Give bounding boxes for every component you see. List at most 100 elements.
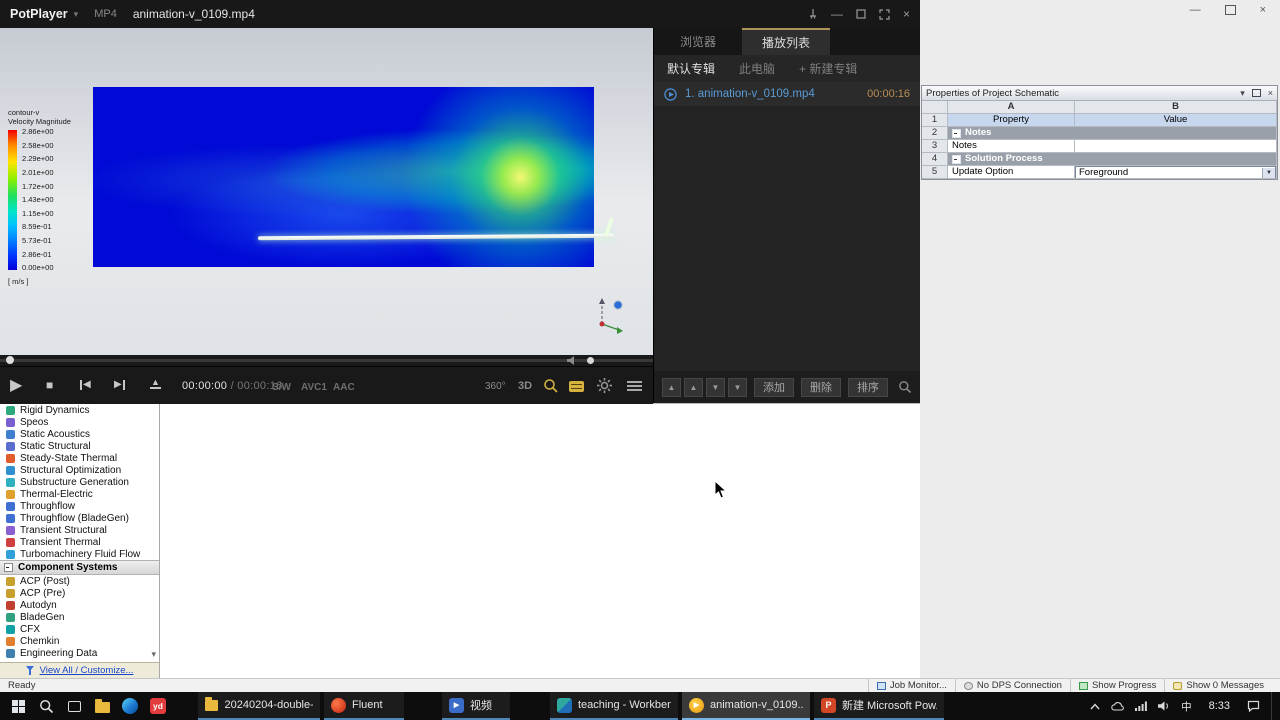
sort-button[interactable]: 排序 — [848, 377, 888, 397]
taskbar-search-button[interactable] — [32, 692, 60, 720]
props-band-solution-process[interactable]: Solution Process — [948, 153, 1277, 166]
potplayer-title-bar[interactable]: PotPlayer ▾ MP4 animation-v_0109.mp4 — × — [0, 0, 920, 28]
collapse-icon[interactable] — [4, 563, 13, 572]
toolbox-item-chemkin[interactable]: Chemkin — [0, 635, 159, 647]
toolbox-item-static-structural[interactable]: Static Structural — [0, 440, 159, 452]
volume-track[interactable] — [586, 360, 646, 362]
toolbox-item-bladegen[interactable]: BladeGen — [0, 611, 159, 623]
toolbox-item-throughflow-bladegen[interactable]: Throughflow (BladeGen) — [0, 512, 159, 524]
toolbox-item-speos[interactable]: Speos — [0, 416, 159, 428]
toolbox-item-steady-state-thermal[interactable]: Steady-State Thermal — [0, 452, 159, 464]
wb-restore-icon[interactable] — [1224, 5, 1236, 15]
scroll-down-icon[interactable]: ▾ — [151, 649, 156, 660]
ime-indicator[interactable]: 中 — [1181, 699, 1192, 714]
video-3d-button[interactable]: 3D — [518, 380, 532, 392]
move-up-button[interactable]: ▲ — [684, 377, 703, 397]
seek-knob[interactable] — [6, 356, 14, 364]
project-schematic-canvas[interactable] — [160, 403, 920, 679]
album-default[interactable]: 默认专辑 — [667, 60, 715, 77]
fullscreen-icon[interactable] — [879, 8, 890, 20]
volume-knob[interactable] — [587, 357, 594, 364]
start-button[interactable] — [4, 692, 32, 720]
minimize-icon[interactable]: — — [831, 8, 843, 20]
show-messages-button[interactable]: Show 0 Messages — [1164, 678, 1272, 693]
volume-icon[interactable] — [566, 355, 579, 366]
toolbox-item-substructure-generation[interactable]: Substructure Generation — [0, 476, 159, 488]
playlist-toggle-icon[interactable] — [569, 381, 584, 392]
taskbar-window-video[interactable]: ▶ 视频 — [442, 692, 510, 720]
menu-icon[interactable] — [627, 381, 642, 393]
taskbar-window-powerpoint[interactable]: P 新建 Microsoft Pow... — [814, 692, 944, 720]
delete-button[interactable]: 删除 — [801, 377, 841, 397]
panel-menu-icon[interactable]: ▾ — [1240, 88, 1245, 98]
move-down-button[interactable]: ▼ — [706, 377, 725, 397]
cloud-icon[interactable] — [1111, 701, 1124, 711]
taskbar-window-potplayer[interactable]: ▶ animation-v_0109... — [682, 692, 810, 720]
toolbox-item-static-acoustics[interactable]: Static Acoustics — [0, 428, 159, 440]
speaker-icon[interactable] — [1158, 701, 1170, 711]
toolbox-item-cfx[interactable]: CFX — [0, 623, 159, 635]
wb-close-icon[interactable]: × — [1260, 4, 1266, 16]
vr360-button[interactable]: 360° — [485, 381, 506, 392]
toolbox-item-rigid-dynamics[interactable]: Rigid Dynamics — [0, 404, 159, 416]
toolbox-item-engineering-data[interactable]: Engineering Data — [0, 647, 159, 659]
next-button[interactable]: ▶ — [114, 379, 125, 390]
taskbar-window-folder[interactable]: 20240204-double-... — [198, 692, 320, 720]
collapse-icon[interactable] — [952, 154, 961, 164]
props-cell-notes-value[interactable] — [1075, 140, 1277, 153]
dropdown-arrow-icon[interactable]: ▼ — [1262, 167, 1275, 178]
update-option-dropdown[interactable]: Foreground ▼ — [1075, 166, 1276, 178]
job-monitor-button[interactable]: Job Monitor... — [867, 678, 955, 693]
toolbox-item-transient-structural[interactable]: Transient Structural — [0, 524, 159, 536]
task-view-button[interactable] — [60, 692, 88, 720]
network-icon[interactable] — [1135, 701, 1147, 711]
show-desktop-button[interactable] — [1271, 692, 1276, 720]
panel-close-icon[interactable]: × — [1268, 88, 1273, 98]
seek-track[interactable] — [0, 359, 653, 362]
playlist-search-icon[interactable] — [898, 380, 912, 394]
seek-bar[interactable] — [0, 355, 653, 366]
move-top-button[interactable]: ▲ — [662, 377, 681, 397]
tab-playlist[interactable]: 播放列表 — [742, 28, 830, 55]
add-button[interactable]: 添加 — [754, 377, 794, 397]
video-display-area[interactable]: contour-v Velocity Magnitude 2.86e+00 2.… — [0, 28, 653, 355]
album-new[interactable]: + 新建专辑 — [799, 60, 857, 77]
props-band-notes[interactable]: Notes — [948, 127, 1277, 140]
chevron-down-icon[interactable]: ▾ — [74, 9, 79, 20]
toolbox-item-acp-post[interactable]: ACP (Post) — [0, 575, 159, 587]
tab-browser[interactable]: 浏览器 — [654, 28, 742, 55]
toolbox-item-turbomachinery-fluid-flow[interactable]: Turbomachinery Fluid Flow — [0, 548, 159, 560]
collapse-icon[interactable] — [952, 128, 961, 138]
taskbar-window-fluent[interactable]: Fluent — [324, 692, 404, 720]
maximize-icon[interactable] — [856, 9, 866, 19]
toolbox-item-thermal-electric[interactable]: Thermal-Electric — [0, 488, 159, 500]
view-all-customize-link[interactable]: View All / Customize... — [40, 665, 134, 676]
close-icon[interactable]: × — [903, 8, 910, 20]
taskbar-window-workbench[interactable]: teaching - Workben... — [550, 692, 678, 720]
toolbox-section-component-systems[interactable]: Component Systems — [0, 560, 159, 575]
tray-expand-icon[interactable] — [1090, 702, 1100, 710]
show-progress-button[interactable]: Show Progress — [1069, 678, 1164, 693]
pin-icon[interactable] — [808, 8, 818, 20]
notification-icon[interactable] — [1247, 700, 1260, 712]
play-button[interactable]: ▶ — [10, 375, 22, 395]
properties-title-bar[interactable]: Properties of Project Schematic ▾ × — [922, 86, 1277, 101]
toolbox-item-transient-thermal[interactable]: Transient Thermal — [0, 536, 159, 548]
settings-gear-icon[interactable] — [596, 377, 613, 394]
previous-button[interactable]: ◀ — [80, 379, 91, 390]
subtitle-search-icon[interactable] — [543, 378, 559, 394]
toolbox-item-throughflow[interactable]: Throughflow — [0, 500, 159, 512]
wb-minimize-icon[interactable]: — — [1190, 4, 1201, 16]
open-media-button[interactable]: ▲ — [150, 378, 161, 389]
dps-connection-status[interactable]: No DPS Connection — [954, 678, 1070, 693]
move-bottom-button[interactable]: ▼ — [728, 377, 747, 397]
playlist-item[interactable]: 1. animation-v_0109.mp4 00:00:16 — [654, 82, 920, 106]
edge-button[interactable] — [116, 692, 144, 720]
toolbox-item-structural-optimization[interactable]: Structural Optimization — [0, 464, 159, 476]
stop-button[interactable]: ■ — [46, 378, 53, 392]
toolbox-item-acp-pre[interactable]: ACP (Pre) — [0, 587, 159, 599]
file-explorer-button[interactable] — [88, 692, 116, 720]
taskbar-clock[interactable]: 8:33 — [1203, 700, 1236, 712]
album-this-pc[interactable]: 此电脑 — [739, 60, 775, 77]
youdao-button[interactable]: yd — [144, 692, 172, 720]
